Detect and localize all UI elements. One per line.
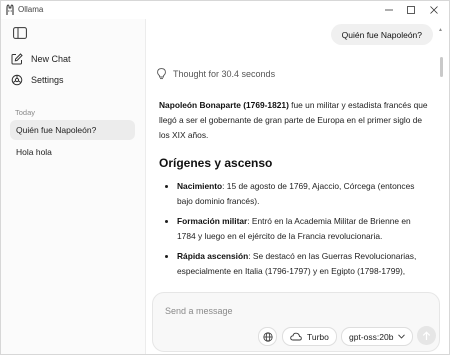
new-chat-button[interactable]: New Chat xyxy=(11,49,136,69)
scroll-up-arrow-icon[interactable]: ▲ xyxy=(438,27,443,33)
intro-bold: Napoleón Bonaparte (1769-1821) xyxy=(159,100,289,110)
new-chat-label: New Chat xyxy=(31,54,71,64)
sidebar-toggle-icon[interactable] xyxy=(13,27,27,39)
bullet-list: Nacimiento: 15 de agosto de 1769, Ajacci… xyxy=(159,179,429,279)
title-bar: Ollama xyxy=(1,1,449,19)
message-composer: Turbo gpt-oss:20b xyxy=(152,292,440,352)
scrollbar-thumb[interactable] xyxy=(440,57,443,77)
window-title: Ollama xyxy=(18,5,44,14)
thought-label: Thought for 30.4 seconds xyxy=(173,69,276,79)
chevron-down-icon xyxy=(398,334,406,339)
turbo-toggle[interactable]: Turbo xyxy=(282,327,337,346)
list-item-bold: Rápida ascensión xyxy=(177,251,249,261)
section-heading: Orígenes y ascenso xyxy=(159,156,273,170)
model-selector[interactable]: gpt-oss:20b xyxy=(341,327,414,346)
message-input[interactable] xyxy=(163,302,427,320)
lightbulb-icon xyxy=(157,68,166,80)
globe-icon xyxy=(262,331,273,342)
user-message-bubble: Quién fue Napoleón? xyxy=(330,24,433,45)
app-window: Ollama New Chat Settings Today Quién fue… xyxy=(0,0,450,355)
settings-icon xyxy=(11,74,23,86)
maximize-button[interactable] xyxy=(399,1,423,19)
arrow-up-icon xyxy=(422,330,431,340)
list-item: Nacimiento: 15 de agosto de 1769, Ajacci… xyxy=(177,179,429,209)
close-button[interactable] xyxy=(422,1,446,19)
minimize-button[interactable] xyxy=(377,1,401,19)
chat-history-item[interactable]: Hola hola xyxy=(10,142,135,162)
list-item-bold: Formación militar xyxy=(177,216,248,226)
list-item-bold: Nacimiento xyxy=(177,181,223,191)
compose-icon xyxy=(11,53,23,65)
minimize-icon xyxy=(385,9,393,11)
ollama-logo-icon xyxy=(6,4,14,15)
web-search-button[interactable] xyxy=(258,327,277,346)
sidebar: New Chat Settings Today Quién fue Napole… xyxy=(1,19,146,354)
model-label: gpt-oss:20b xyxy=(349,331,394,342)
settings-label: Settings xyxy=(31,75,64,85)
chat-main: Quién fue Napoleón? Thought for 30.4 sec… xyxy=(147,19,449,354)
maximize-icon xyxy=(407,6,415,14)
turbo-label: Turbo xyxy=(307,331,329,342)
cloud-icon xyxy=(290,332,302,341)
settings-button[interactable]: Settings xyxy=(11,70,136,90)
list-item: Formación militar: Entró en la Academia … xyxy=(177,214,429,244)
scrollbar[interactable]: ▲ xyxy=(438,27,446,305)
assistant-response: Napoleón Bonaparte (1769-1821) fue un mi… xyxy=(159,98,429,284)
chat-history-item-active[interactable]: Quién fue Napoleón? xyxy=(10,120,135,140)
thought-indicator[interactable]: Thought for 30.4 seconds xyxy=(157,68,275,80)
send-button[interactable] xyxy=(417,326,436,345)
section-label-today: Today xyxy=(15,108,36,117)
intro-paragraph: Napoleón Bonaparte (1769-1821) fue un mi… xyxy=(159,98,429,143)
close-icon xyxy=(430,6,438,14)
list-item: Rápida ascensión: Se destacó en las Guer… xyxy=(177,249,429,279)
